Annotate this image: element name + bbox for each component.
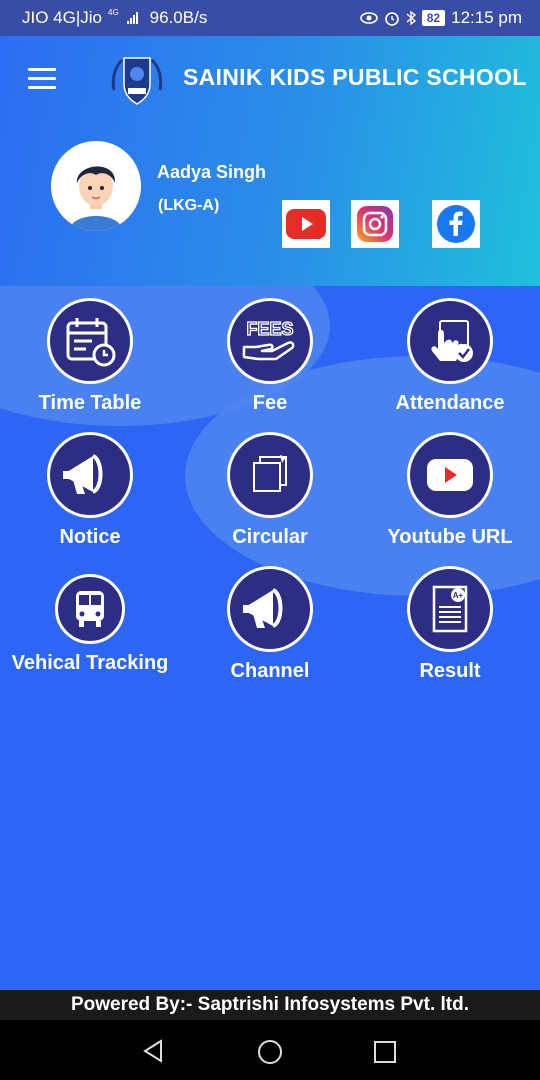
menu-icon[interactable] [28,68,56,90]
tile-label: Notice [59,526,121,548]
instagram-link[interactable] [351,200,399,248]
status-bar: JIO 4G|Jio 4G 96.0B/s 82 12:15 pm [0,0,540,36]
youtube-icon [427,459,473,491]
tile-circular[interactable]: Circular [180,432,360,549]
svg-text:FEES: FEES [246,319,293,339]
tile-youtube-url[interactable]: Youtube URL [360,432,540,549]
tile-label: Result [419,660,481,682]
bus-icon [76,591,104,627]
home-icon[interactable] [256,1038,284,1066]
battery-icon: 82 [421,10,446,26]
network-tag: 4G [108,8,119,17]
student-name: Aadya Singh [157,162,267,182]
touch-check-icon [431,320,473,362]
fees-hand-icon: FEES [242,318,295,361]
youtube-link[interactable] [282,200,330,248]
school-logo [111,57,163,105]
tile-attendance[interactable]: Attendance [360,298,540,415]
signal-icon [126,12,138,24]
report-card-icon: A+ [432,585,468,633]
megaphone-icon [63,454,103,494]
svg-text:A+: A+ [453,591,464,600]
bluetooth-icon [406,10,416,26]
student-avatar[interactable] [51,141,141,231]
megaphone-icon [243,588,283,628]
back-icon[interactable] [141,1038,167,1064]
network-speed: 96.0B/s [149,8,208,27]
school-name: SAINIK KIDS PUBLIC SCHOOL [183,64,527,90]
tile-label: Circular [232,526,308,548]
tile-label: Time Table [38,392,142,414]
tile-vehical-tracking[interactable]: Vehical Tracking [0,566,180,675]
alarm-icon [384,12,399,26]
tile-result[interactable]: A+ Result [360,566,540,683]
menu-grid: Time Table FEES Fee Attendance Notice Ci… [0,286,540,990]
tile-notice[interactable]: Notice [0,432,180,549]
navigation-bar [0,1020,540,1080]
facebook-icon [437,205,475,243]
tile-channel[interactable]: Channel [180,566,360,683]
tile-time-table[interactable]: Time Table [0,298,180,415]
tile-label: Fee [252,392,288,414]
profile-header: SAINIK KIDS PUBLIC SCHOOL Aadya Singh (L… [0,36,540,286]
tile-label: Youtube URL [387,526,513,548]
documents-icon [253,455,287,492]
carrier-text: JIO 4G|Jio [22,8,102,27]
eye-icon [359,12,378,24]
instagram-icon [357,206,393,242]
recents-icon[interactable] [372,1039,398,1065]
youtube-icon [286,209,326,239]
tile-fee[interactable]: FEES Fee [180,298,360,415]
tile-label: Vehical Tracking [11,652,169,674]
powered-by-footer: Powered By:- Saptrishi Infosystems Pvt. … [0,990,540,1020]
student-class: (LKG-A) [158,197,220,214]
tile-label: Attendance [395,392,505,414]
clock-text: 12:15 pm [451,8,522,27]
facebook-link[interactable] [432,200,480,248]
calendar-clock-icon [66,318,116,367]
tile-label: Channel [230,660,310,682]
